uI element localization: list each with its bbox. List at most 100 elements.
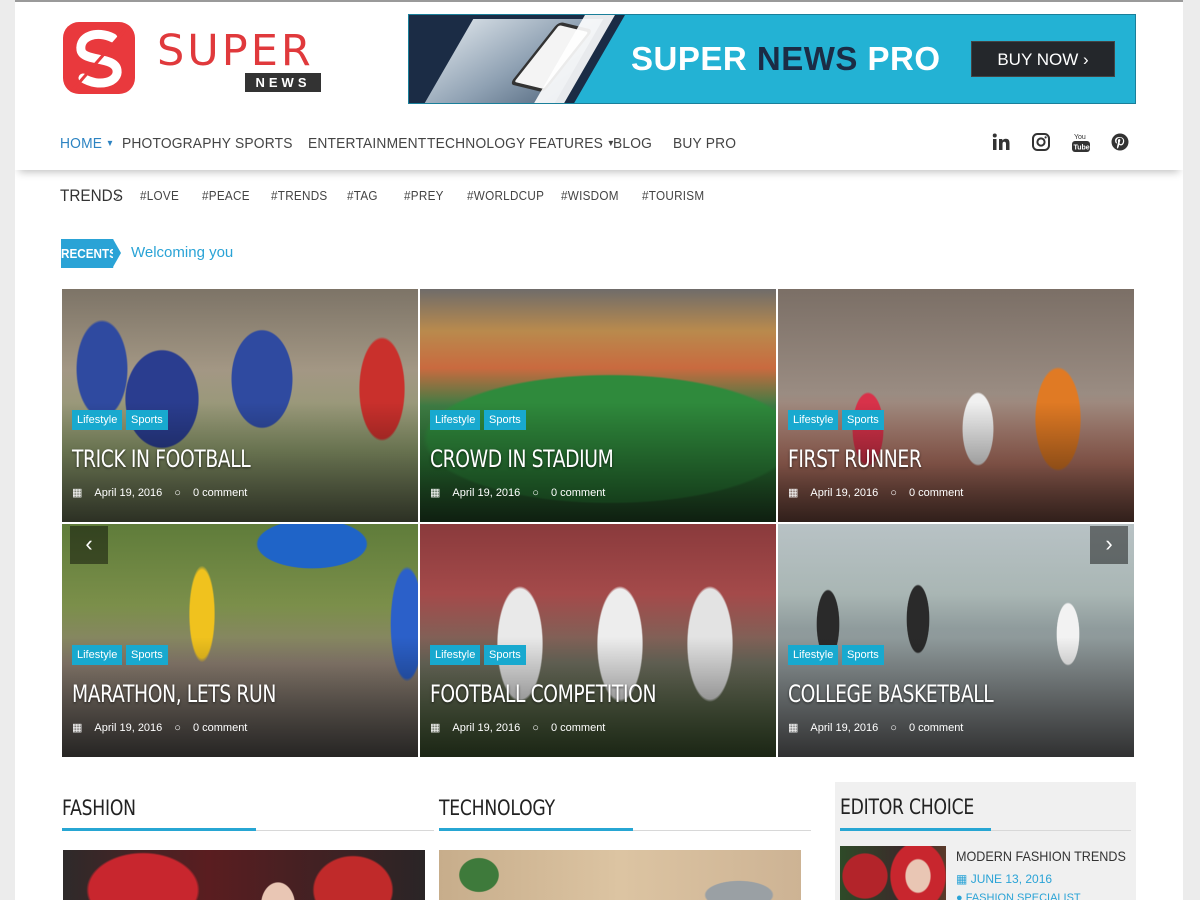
trend-tag[interactable]: #WORLDCUP bbox=[467, 188, 544, 203]
trend-tag[interactable]: #WISDOM bbox=[561, 188, 619, 203]
category-tag[interactable]: Lifestyle bbox=[788, 645, 839, 665]
slider-prev-button[interactable]: ‹ bbox=[70, 526, 108, 564]
nav-item-sports[interactable]: SPORTS bbox=[235, 135, 293, 152]
nav-item-photography[interactable]: PHOTOGRAPHY bbox=[122, 135, 231, 152]
tile-title[interactable]: CROWD IN STADIUM bbox=[430, 445, 614, 473]
tile-date: April 19, 2016 bbox=[452, 722, 521, 734]
tile-comments[interactable]: 0 comment bbox=[909, 487, 963, 499]
nav-item-entertainment[interactable]: ENTERTAINMENT bbox=[308, 135, 426, 152]
tile-date: April 19, 2016 bbox=[810, 487, 879, 499]
chevron-right-icon: › bbox=[1082, 50, 1089, 69]
page: SUPER NEWS SUPER NEWS PRO BUY NOW › HOME… bbox=[15, 0, 1183, 900]
tile-comments[interactable]: 0 comment bbox=[551, 487, 605, 499]
editor-choice-author[interactable]: FASHION SPECIALIST bbox=[966, 892, 1081, 900]
trend-tag[interactable]: #TAG bbox=[347, 188, 378, 203]
nav-item-features[interactable]: FEATURES ▼ bbox=[529, 135, 615, 152]
nav-item-blog[interactable]: BLOG bbox=[613, 135, 652, 152]
instagram-icon[interactable] bbox=[1031, 132, 1053, 154]
tile-title[interactable]: MARATHON, LETS RUN bbox=[72, 680, 276, 708]
tile-comments[interactable]: 0 comment bbox=[193, 487, 247, 499]
featured-tile[interactable]: Lifestyle Sports FIRST RUNNER ▦ April 19,… bbox=[778, 289, 1134, 522]
trend-tag[interactable]: #TOURISM bbox=[642, 188, 704, 203]
editor-choice-title[interactable]: MODERN FASHION TRENDS bbox=[956, 848, 1126, 864]
category-tag[interactable]: Sports bbox=[842, 645, 884, 665]
tile-date: April 19, 2016 bbox=[810, 722, 879, 734]
section-title-fashion: FASHION bbox=[62, 796, 136, 820]
site-logo[interactable]: SUPER NEWS bbox=[63, 22, 353, 96]
trend-tag[interactable]: #PEACE bbox=[202, 188, 250, 203]
buy-now-button[interactable]: BUY NOW › bbox=[971, 41, 1115, 77]
buy-now-label: BUY NOW bbox=[997, 50, 1079, 69]
caret-down-icon: ▼ bbox=[105, 138, 115, 148]
featured-tile[interactable]: Lifestyle Sports CROWD IN STADIUM ▦ April… bbox=[420, 289, 776, 522]
trend-tag[interactable]: #PREY bbox=[404, 188, 444, 203]
nav-item-home[interactable]: HOME ▼ bbox=[60, 135, 114, 152]
trend-tag[interactable]: #TRENDS bbox=[271, 188, 328, 203]
editor-choice-thumbnail[interactable] bbox=[840, 846, 946, 900]
tile-date: April 19, 2016 bbox=[94, 487, 163, 499]
tile-title[interactable]: TRICK IN FOOTBALL bbox=[72, 445, 251, 473]
category-tag[interactable]: Sports bbox=[484, 410, 526, 430]
technology-article-image[interactable] bbox=[439, 850, 801, 900]
pinterest-icon[interactable] bbox=[1110, 132, 1132, 154]
trend-tag[interactable]: #LOVE bbox=[140, 188, 179, 203]
featured-tile[interactable]: Lifestyle Sports TRICK IN FOOTBALL ▦ Apri… bbox=[62, 289, 418, 522]
featured-tile[interactable]: Lifestyle Sports COLLEGE BASKETBALL ▦ Apr… bbox=[778, 524, 1134, 757]
comment-icon: ○ bbox=[890, 722, 897, 734]
recents-arrow-shape bbox=[113, 239, 121, 267]
slider-next-button[interactable]: › bbox=[1090, 526, 1128, 564]
category-tag[interactable]: Lifestyle bbox=[788, 410, 839, 430]
nav-item-technology[interactable]: TECHNOLOGY bbox=[427, 135, 525, 152]
featured-tile[interactable]: Lifestyle Sports FOOTBALL COMPETITION ▦ A… bbox=[420, 524, 776, 757]
nav-label: FEATURES bbox=[529, 135, 604, 152]
category-tag[interactable]: Lifestyle bbox=[72, 645, 123, 665]
nav-item-buy-pro[interactable]: BUY PRO bbox=[673, 135, 736, 152]
tile-title[interactable]: FIRST RUNNER bbox=[788, 445, 922, 473]
promo-banner[interactable]: SUPER NEWS PRO BUY NOW › bbox=[408, 14, 1136, 104]
trends-label: TRENDS bbox=[60, 186, 123, 205]
tile-title[interactable]: FOOTBALL COMPETITION bbox=[430, 680, 656, 708]
category-tag[interactable]: Lifestyle bbox=[430, 645, 481, 665]
section-accent bbox=[439, 828, 633, 831]
featured-tile[interactable]: Lifestyle Sports MARATHON, LETS RUN ▦ Apr… bbox=[62, 524, 418, 757]
banner-title-part: PRO bbox=[857, 40, 941, 77]
logo-mark-icon bbox=[63, 22, 135, 94]
comment-icon: ○ bbox=[174, 487, 181, 499]
category-tag[interactable]: Sports bbox=[126, 410, 168, 430]
section-accent bbox=[62, 828, 256, 831]
recents-ticker-text[interactable]: Welcoming you bbox=[131, 244, 233, 261]
category-tag[interactable]: Sports bbox=[842, 410, 884, 430]
section-title-technology: TECHNOLOGY bbox=[439, 796, 555, 820]
calendar-icon: ▦ bbox=[788, 722, 799, 734]
svg-text:Tube: Tube bbox=[1074, 145, 1090, 152]
section-accent bbox=[840, 828, 991, 831]
calendar-icon: ▦ bbox=[72, 722, 83, 734]
comment-icon: ○ bbox=[174, 722, 181, 734]
comment-icon: ○ bbox=[532, 487, 539, 499]
youtube-icon[interactable]: You Tube bbox=[1071, 132, 1093, 154]
category-tag[interactable]: Lifestyle bbox=[430, 410, 481, 430]
chevron-right-icon: › bbox=[115, 187, 120, 203]
category-tag[interactable]: Sports bbox=[484, 645, 526, 665]
calendar-icon: ▦ bbox=[788, 487, 799, 499]
tile-comments[interactable]: 0 comment bbox=[909, 722, 963, 734]
tile-meta: ▦ April 19, 2016 ○ 0 comment bbox=[788, 486, 975, 499]
tile-meta: ▦ April 19, 2016 ○ 0 comment bbox=[72, 721, 259, 734]
fashion-article-image[interactable] bbox=[63, 850, 425, 900]
category-tag[interactable]: Sports bbox=[126, 645, 168, 665]
tile-comments[interactable]: 0 comment bbox=[193, 722, 247, 734]
tile-title[interactable]: COLLEGE BASKETBALL bbox=[788, 680, 994, 708]
calendar-icon: ▦ bbox=[430, 487, 441, 499]
linkedin-icon[interactable] bbox=[991, 132, 1013, 154]
tile-meta: ▦ April 19, 2016 ○ 0 comment bbox=[430, 486, 617, 499]
tile-comments[interactable]: 0 comment bbox=[551, 722, 605, 734]
category-tag[interactable]: Lifestyle bbox=[72, 410, 123, 430]
editor-choice-meta: ● FASHION SPECIALIST bbox=[956, 892, 1081, 900]
logo-text: SUPER bbox=[157, 26, 314, 76]
recents-badge: RECENTS bbox=[61, 239, 117, 268]
logo-subtext: NEWS bbox=[245, 73, 321, 92]
banner-title-accent: NEWS bbox=[756, 40, 858, 77]
banner-title-part: SUPER bbox=[631, 40, 757, 77]
tile-meta: ▦ April 19, 2016 ○ 0 comment bbox=[430, 721, 617, 734]
calendar-icon: ▦ bbox=[72, 487, 83, 499]
